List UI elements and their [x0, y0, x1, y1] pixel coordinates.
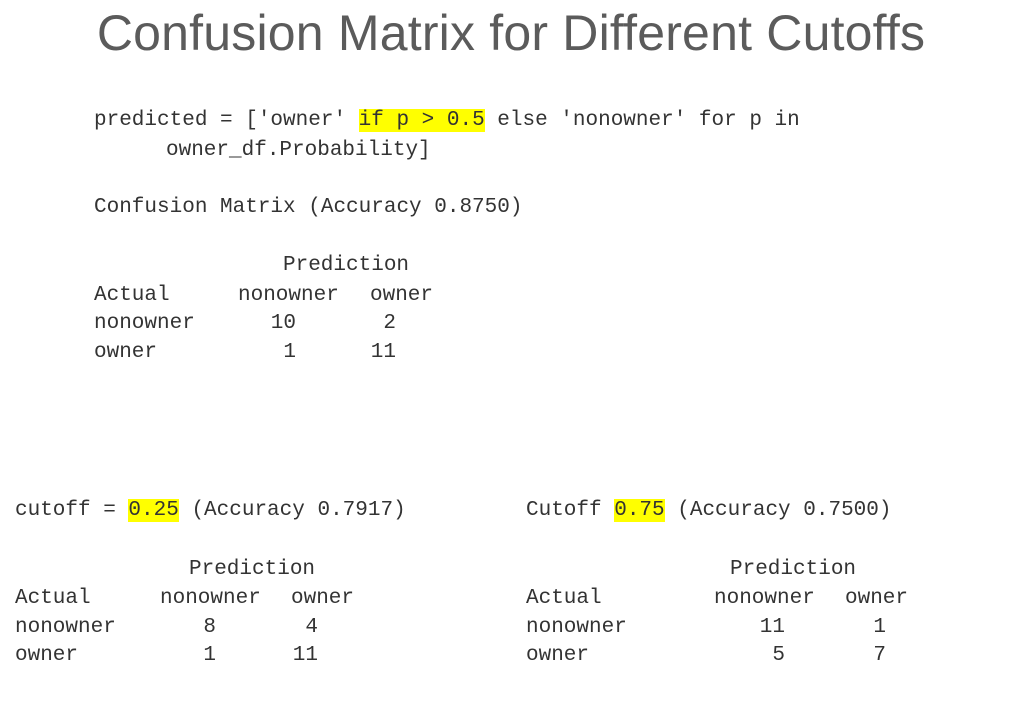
right-col-owner: owner — [845, 587, 909, 610]
code-line-2: owner_df.Probability] — [166, 139, 431, 162]
right-col-nonowner: nonowner — [714, 587, 815, 610]
right-matrix-caption: Cutoff 0.75 (Accuracy 0.7500) — [526, 496, 891, 525]
main-row-label: owner — [94, 341, 158, 364]
code-line-1: predicted = ['owner' if p > 0.5 else 'no… — [94, 106, 800, 135]
left-row-label: owner — [15, 644, 79, 667]
right-actual-label: Actual — [526, 587, 602, 610]
left-col-owner: owner — [291, 587, 355, 610]
left-caption-suffix: (Accuracy 0.7917) — [178, 499, 406, 522]
left-caption-highlight: 0.25 — [128, 499, 179, 522]
left-cell: 1 — [203, 644, 216, 667]
main-col-owner: owner — [370, 284, 434, 307]
main-matrix-caption: Confusion Matrix (Accuracy 0.8750) — [94, 196, 523, 219]
right-cell: 1 — [873, 616, 886, 639]
left-actual-label: Actual — [15, 587, 91, 610]
main-row-label: nonowner — [94, 312, 195, 335]
main-cell: 1 — [283, 341, 296, 364]
main-prediction-label: Prediction — [283, 254, 410, 277]
left-prediction-label: Prediction — [189, 558, 316, 581]
right-caption-suffix: (Accuracy 0.7500) — [664, 499, 892, 522]
right-cell: 5 — [772, 644, 785, 667]
code-suffix: else 'nonowner' for p in — [484, 109, 800, 132]
right-cell: 7 — [873, 644, 886, 667]
main-col-nonowner: nonowner — [238, 284, 339, 307]
left-cell: 4 — [305, 616, 318, 639]
right-row-label: owner — [526, 644, 590, 667]
main-actual-label: Actual — [94, 284, 170, 307]
left-cell: 8 — [203, 616, 216, 639]
code-highlight: if p > 0.5 — [358, 109, 485, 132]
slide-title: Confusion Matrix for Different Cutoffs — [96, 5, 926, 61]
left-matrix-caption: cutoff = 0.25 (Accuracy 0.7917) — [15, 496, 406, 525]
main-cell: 11 — [370, 341, 396, 364]
left-cell: 11 — [292, 644, 318, 667]
left-col-nonowner: nonowner — [160, 587, 261, 610]
right-row-label: nonowner — [526, 616, 627, 639]
right-caption-prefix: Cutoff — [526, 499, 615, 522]
left-caption-prefix: cutoff = — [15, 499, 129, 522]
main-cell: 2 — [383, 312, 396, 335]
right-prediction-label: Prediction — [730, 558, 857, 581]
main-cell: 10 — [270, 312, 296, 335]
left-row-label: nonowner — [15, 616, 116, 639]
right-cell: 11 — [759, 616, 785, 639]
code-prefix: predicted = ['owner' — [94, 109, 359, 132]
right-caption-highlight: 0.75 — [614, 499, 665, 522]
